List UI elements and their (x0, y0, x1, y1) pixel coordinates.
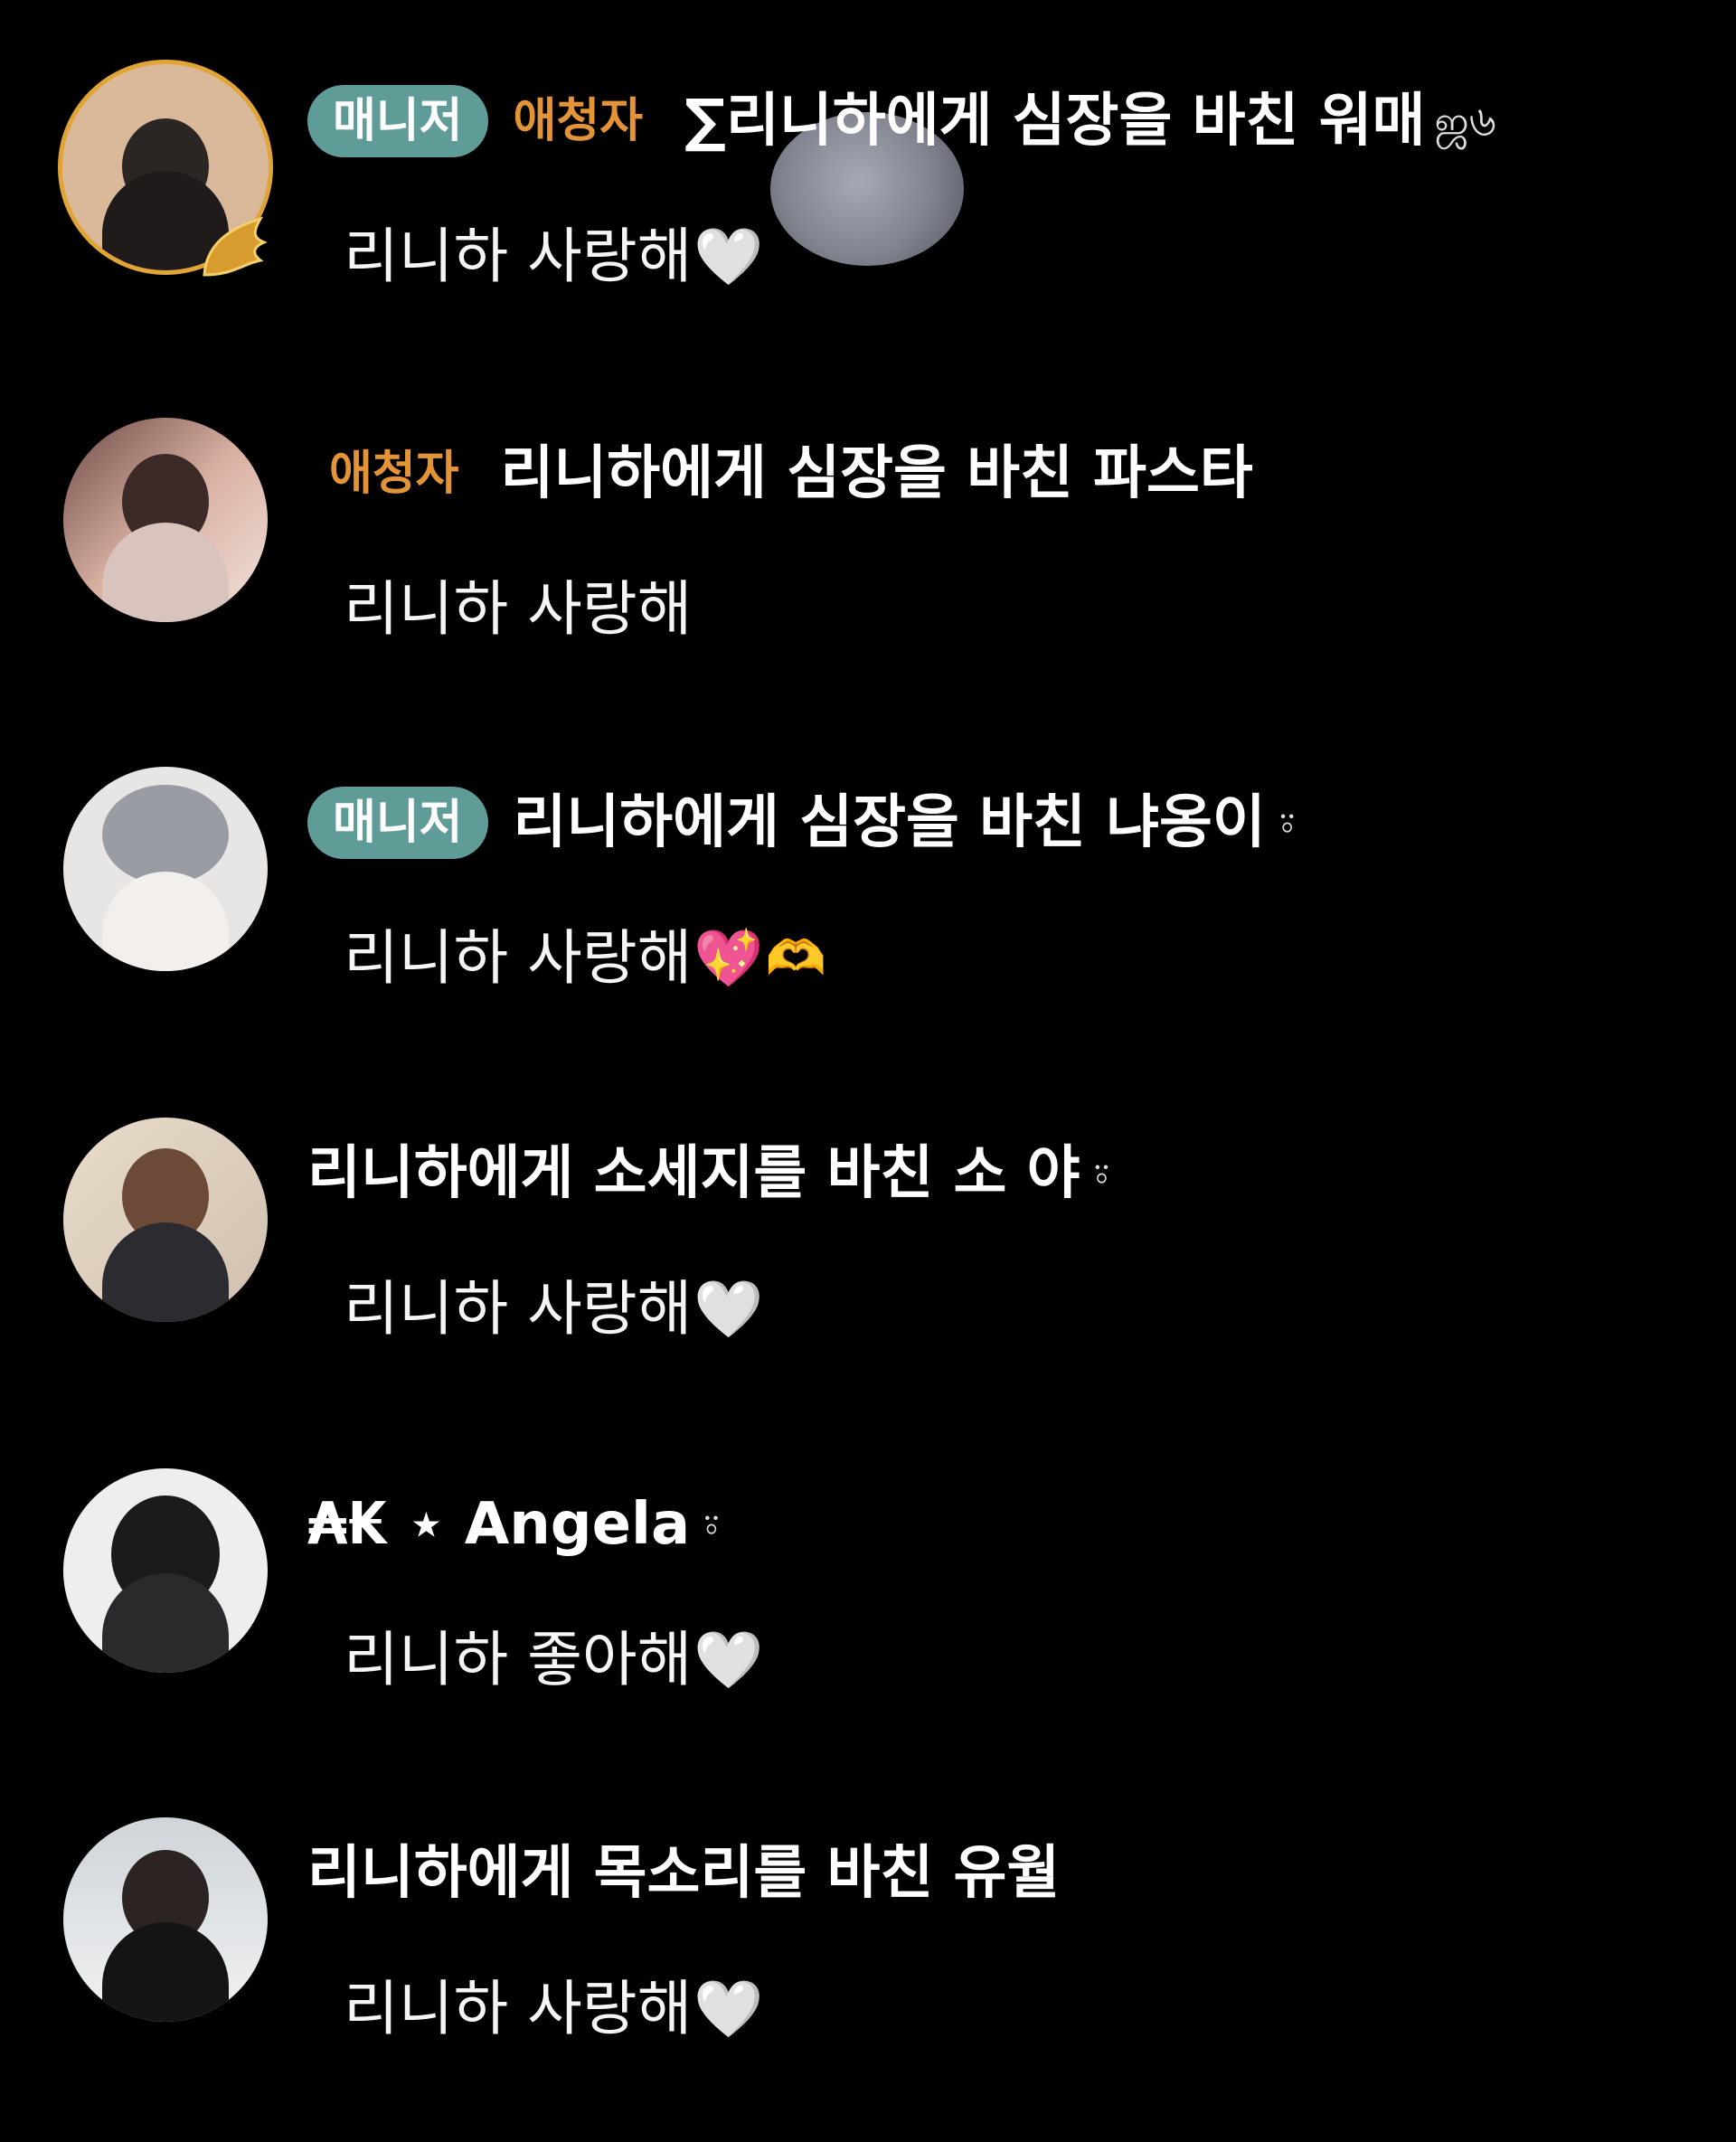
message-text: 리니하 사랑해 (344, 923, 693, 993)
message-text: 리니하 사랑해 (344, 1274, 693, 1344)
message-header: 리니하에게 목소리를 바친 유월 (307, 1826, 1060, 1920)
chat-message: 리니하에게 소세지를 바친 소 야 ⍤ 리니하 사랑해 🤍 (0, 1118, 1736, 1389)
message-header: 매니저 리니하에게 심장을 바친 냐옹이 ⍤ (307, 776, 1299, 870)
fan-badge: 애청자 (329, 447, 459, 501)
fan-badge: 애청자 (513, 94, 644, 148)
avatar[interactable] (63, 1118, 268, 1322)
avatar[interactable] (63, 1817, 268, 2022)
avatar[interactable] (63, 767, 268, 971)
white-heart-emoji: 🤍 (693, 1627, 764, 1693)
heart-hands-emoji: 🫶 (765, 929, 826, 986)
chat-message: 매니저 애청자 ∑리니하에게 심장을 바친 워매 ஜ৬ 리니하 사랑해 🤍 (0, 60, 1736, 336)
username[interactable]: 리니하에게 목소리를 바친 유월 (307, 1845, 1060, 1902)
message-header: 리니하에게 소세지를 바친 소 야 ⍤ (307, 1127, 1114, 1221)
message-text: 리니하 사랑해 (344, 222, 693, 291)
white-heart-emoji: 🤍 (693, 1976, 764, 2042)
username[interactable]: 리니하에게 심장을 바친 냐옹이 (514, 794, 1266, 852)
avatar[interactable] (63, 1468, 268, 1673)
white-heart-emoji: 🤍 (693, 223, 764, 289)
chat-message: 애청자 리니하에게 심장을 바친 파스타 리니하 사랑해 (0, 418, 1736, 689)
username[interactable]: 리니하에게 소세지를 바친 소 야 (307, 1145, 1080, 1203)
message-header: ₳₭ ⋆ Angela ⍤ (307, 1477, 724, 1571)
ring-deco-icon: ⍤ (699, 1500, 724, 1549)
chat-message: 매니저 리니하에게 심장을 바친 냐옹이 ⍤ 리니하 사랑해 💖 🫶 (0, 767, 1736, 1038)
message-body: 리니하 사랑해 (344, 564, 692, 655)
message-text: 리니하 사랑해 (344, 574, 693, 644)
ring-deco-icon: ⍤ (1274, 798, 1300, 847)
chat-message: 리니하에게 목소리를 바친 유월 리니하 사랑해 🤍 (0, 1817, 1736, 2089)
name-deco-icon: ஜ৬ (1434, 97, 1496, 146)
sparkling-heart-emoji: 💖 (693, 925, 764, 991)
username[interactable]: 리니하에게 심장을 바친 파스타 (501, 445, 1253, 503)
golden-wing-icon (197, 212, 268, 282)
avatar[interactable] (63, 418, 268, 622)
message-header: 매니저 애청자 ∑리니하에게 심장을 바친 워매 ஜ৬ (307, 74, 1496, 168)
message-text: 리니하 좋아해 (344, 1625, 693, 1694)
username[interactable]: ∑리니하에게 심장을 바친 워매 (684, 92, 1425, 150)
message-body: 리니하 사랑해 💖 🫶 (344, 913, 826, 1004)
white-heart-emoji: 🤍 (693, 1276, 764, 1342)
manager-badge: 매니저 (307, 85, 488, 157)
message-body: 리니하 사랑해 🤍 (344, 1964, 764, 2054)
manager-badge: 매니저 (307, 787, 488, 859)
message-text: 리니하 사랑해 (344, 1974, 693, 2043)
message-body: 리니하 사랑해 🤍 (344, 212, 764, 302)
message-header: 애청자 리니하에게 심장을 바친 파스타 (329, 427, 1253, 521)
message-body: 리니하 사랑해 🤍 (344, 1264, 764, 1354)
ring-deco-icon: ⍤ (1089, 1149, 1115, 1198)
username[interactable]: ₳₭ ⋆ Angela (307, 1496, 690, 1553)
chat-message: ₳₭ ⋆ Angela ⍤ 리니하 좋아해 🤍 (0, 1468, 1736, 1740)
message-body: 리니하 좋아해 🤍 (344, 1615, 764, 1705)
